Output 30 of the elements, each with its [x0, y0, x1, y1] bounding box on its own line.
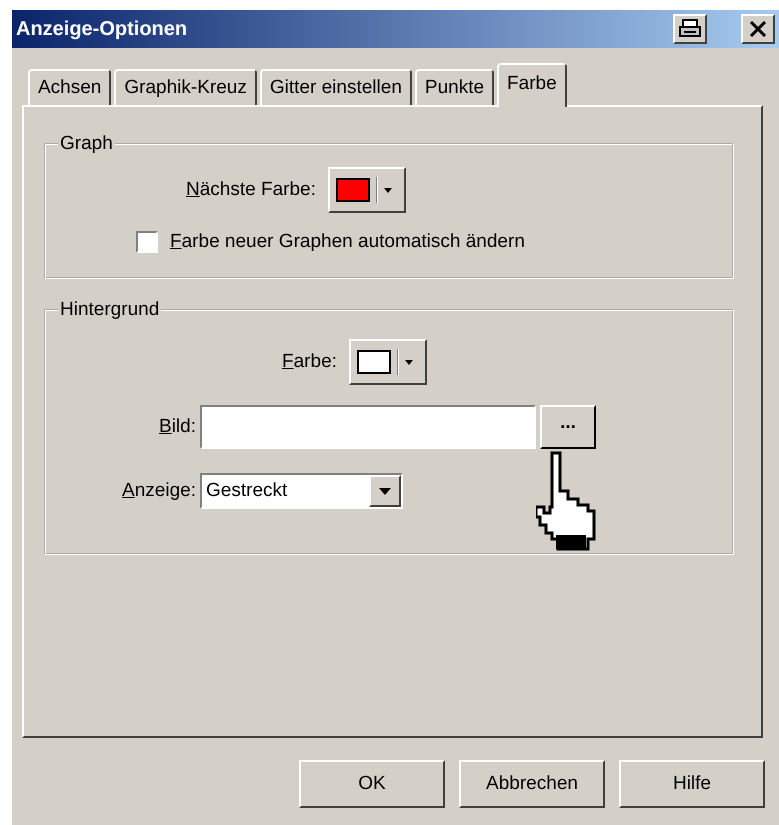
field-label: Farbe:: [282, 351, 337, 373]
dropdown-arrow-icon: [384, 188, 392, 192]
dialog-button[interactable]: OK: [299, 760, 445, 808]
group-title: Hintergrund: [59, 299, 160, 321]
tab[interactable]: Graphik-Kreuz: [114, 69, 257, 105]
field-label: Nächste Farbe:: [186, 179, 316, 201]
close-button[interactable]: [741, 14, 775, 44]
close-icon: [749, 21, 767, 37]
group-title: Graph: [59, 133, 114, 155]
dropdown-arrow-icon: [404, 360, 413, 364]
dropdown[interactable]: Gestreckt: [200, 473, 403, 509]
checkbox-label: Farbe neuer Graphen automatisch ändern: [170, 231, 525, 253]
dialog-button[interactable]: Abbrechen: [459, 760, 605, 808]
checkbox[interactable]: [136, 231, 158, 253]
color-picker-button[interactable]: [328, 167, 406, 213]
hand-cursor-icon: [536, 451, 598, 551]
tab[interactable]: Farbe: [497, 63, 567, 107]
field-label: Bild:: [158, 416, 196, 438]
tab[interactable]: Gitter einstellen: [260, 69, 412, 105]
printer-icon: [679, 19, 701, 39]
tab[interactable]: Achsen: [28, 69, 112, 105]
dropdown-arrow-icon: [379, 488, 391, 494]
printer-button[interactable]: [673, 14, 707, 44]
color-picker-button[interactable]: [348, 339, 427, 385]
tab[interactable]: Punkte: [414, 69, 494, 105]
window-title: Anzeige-Optionen: [16, 18, 188, 40]
browse-button[interactable]: ...: [540, 405, 596, 449]
input-field[interactable]: [200, 405, 536, 449]
dialog-button[interactable]: Hilfe: [619, 760, 765, 808]
field-label: Anzeige:: [121, 480, 196, 502]
